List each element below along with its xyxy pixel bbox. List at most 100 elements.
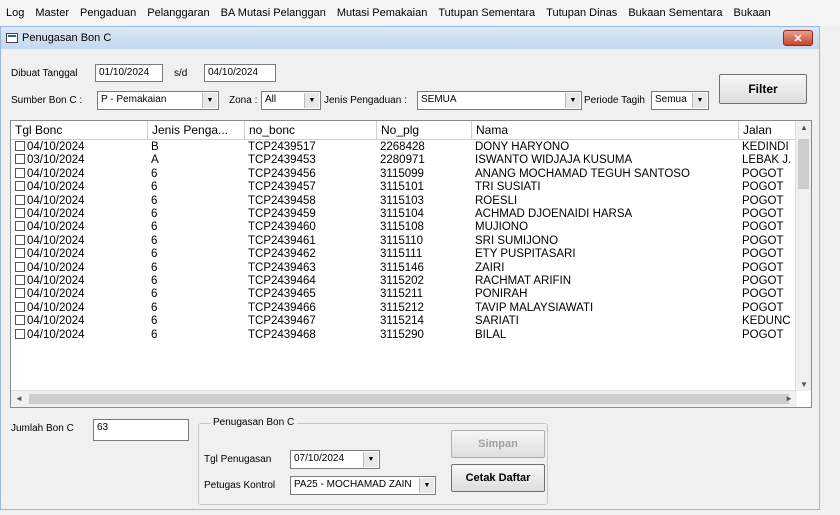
sumber-select[interactable]: P - Pemakaian ▼ [97,91,219,110]
menu-item[interactable]: Bukaan [733,7,770,19]
vertical-scroll-thumb[interactable] [798,139,809,189]
menu-item[interactable]: Bukaan Sementara [628,7,722,19]
horizontal-scrollbar[interactable]: ◄ ► [11,390,797,407]
table-cell: 6 [151,208,158,220]
menu-item[interactable]: Tutupan Sementara [438,7,535,19]
table-cell: 04/10/2024 [27,221,85,234]
menu-item[interactable]: Pelanggaran [147,7,209,19]
checkbox-icon[interactable] [15,221,25,232]
checkbox-icon[interactable] [15,315,25,326]
table-row[interactable]: 04/10/2024 6 TCP2439459 3115104 ACHMAD DJOEN… [11,208,797,221]
column-header[interactable]: Jenis Penga... [148,121,245,140]
checkbox-icon[interactable] [15,141,25,151]
row-checkbox[interactable] [15,301,27,315]
table-row[interactable]: 04/10/2024 6 TCP2439462 3115111 ETY PUSPITAS… [11,248,797,261]
checkbox-icon[interactable] [15,328,25,339]
table-cell: 6 [151,275,158,287]
scroll-left-icon[interactable]: ◄ [15,394,23,403]
checkbox-icon[interactable] [15,248,25,259]
zona-select[interactable]: All ▼ [261,91,321,110]
table-row[interactable]: 03/10/2024 A TCP2439453 2280971 ISWANTO WIDJ… [11,154,797,167]
table-cell: POGOT [742,194,784,207]
row-checkbox[interactable] [15,141,27,154]
checkbox-icon[interactable] [15,301,25,312]
menu-item[interactable]: Pengaduan [80,7,136,19]
column-header[interactable]: Tgl Bonc [11,121,148,140]
table-cell: POGOT [742,221,784,234]
checkbox-icon[interactable] [15,208,25,218]
table-row[interactable]: 04/10/2024 6 TCP2439467 3115214 SARIATI KEDUN… [11,315,797,328]
checkbox-icon[interactable] [15,154,25,165]
table-row[interactable]: 04/10/2024 6 TCP2439468 3115290 BILAL POGOT [11,328,797,342]
column-header[interactable]: no_bonc [245,121,377,140]
menu-item[interactable]: Mutasi Pemakaian [337,7,428,19]
table-cell: 04/10/2024 [27,315,85,328]
column-header[interactable]: Jalan [739,121,799,140]
row-checkbox[interactable] [15,221,27,234]
checkbox-icon[interactable] [15,234,25,245]
checkbox-icon[interactable] [15,288,25,299]
menu-item[interactable]: Log [6,7,24,19]
menu-item[interactable]: Master [35,7,69,19]
chevron-down-icon: ▼ [419,478,434,493]
table-cell: POGOT [742,288,784,301]
periode-select[interactable]: Semua ▼ [651,91,709,110]
horizontal-scroll-thumb[interactable] [29,394,789,404]
checkbox-icon[interactable] [15,194,25,205]
row-checkbox[interactable] [15,208,27,221]
table-row[interactable]: 04/10/2024 6 TCP2439466 3115212 TAVIP MALAYS… [11,301,797,315]
checkbox-icon[interactable] [15,261,25,272]
table-row[interactable]: 04/10/2024 6 TCP2439457 3115101 TRI SUSIATI P… [11,181,797,194]
table-row[interactable]: 04/10/2024 6 TCP2439456 3115099 ANANG MOCHAM… [11,167,797,181]
table-row[interactable]: 04/10/2024 6 TCP2439464 3115202 RACHMAT ARIF… [11,275,797,288]
table-row[interactable]: 04/10/2024 B TCP2439517 2268428 DONY HARYONO… [11,141,797,154]
scroll-up-icon[interactable]: ▲ [800,123,808,132]
app-icon [6,33,18,43]
table-cell: TRI SUSIATI [475,181,541,194]
sumber-label: Sumber Bon C : [11,95,83,106]
row-checkbox[interactable] [15,181,27,194]
row-checkbox[interactable] [15,315,27,328]
table-cell: PONIRAH [475,288,528,301]
menu-item[interactable]: Tutupan Dinas [546,7,617,19]
table-cell: 6 [151,181,158,194]
checkbox-icon[interactable] [15,167,25,178]
table-row[interactable]: 04/10/2024 6 TCP2439458 3115103 ROESLI POGOT [11,194,797,208]
date-to-input[interactable]: 04/10/2024 [204,64,276,82]
column-header[interactable]: No_plg [377,121,472,140]
close-button[interactable]: ✕ [783,30,813,46]
table-row[interactable]: 04/10/2024 6 TCP2439460 3115108 MUJIONO POGOT [11,221,797,234]
column-header[interactable]: Nama [472,121,739,140]
tgl-penugasan-input[interactable]: 07/10/2024 ▼ [290,450,380,469]
table-cell: 3115110 [380,234,424,247]
sd-label: s/d [174,68,188,79]
row-checkbox[interactable] [15,234,27,248]
row-checkbox[interactable] [15,167,27,181]
filter-button[interactable]: Filter [719,74,807,104]
table-row[interactable]: 04/10/2024 6 TCP2439465 3115211 PONIRAH POGOT [11,288,797,301]
cetak-daftar-button[interactable]: Cetak Daftar [451,464,545,492]
scroll-right-icon[interactable]: ► [785,394,793,403]
scroll-down-icon[interactable]: ▼ [800,380,808,389]
menu-item[interactable]: BA Mutasi Pelanggan [221,7,326,19]
table-row[interactable]: 04/10/2024 6 TCP2439463 3115146 ZAIRI POGOT [11,261,797,275]
table-row[interactable]: 04/10/2024 6 TCP2439461 3115110 SRI SUMIJONO… [11,234,797,248]
date-from-input[interactable]: 01/10/2024 [95,64,163,82]
row-checkbox[interactable] [15,248,27,261]
row-checkbox[interactable] [15,275,27,288]
table-cell: TCP2439464 [248,275,316,287]
checkbox-icon[interactable] [15,181,25,192]
row-checkbox[interactable] [15,288,27,301]
vertical-scrollbar[interactable]: ▲ ▼ [795,121,811,391]
row-checkbox[interactable] [15,154,27,167]
jenis-select[interactable]: SEMUA ▼ [417,91,582,110]
checkbox-icon[interactable] [15,275,25,285]
table-cell: POGOT [742,181,784,194]
row-checkbox[interactable] [15,261,27,275]
row-checkbox[interactable] [15,194,27,208]
row-checkbox[interactable] [15,328,27,342]
simpan-button[interactable]: Simpan [451,430,545,458]
penugasan-window: Penugasan Bon C ✕ Dibuat Tanggal 01/10/2… [0,26,820,510]
petugas-select[interactable]: PA25 - MOCHAMAD ZAIN ▼ [290,476,436,495]
table-cell: 3115146 [380,261,424,274]
